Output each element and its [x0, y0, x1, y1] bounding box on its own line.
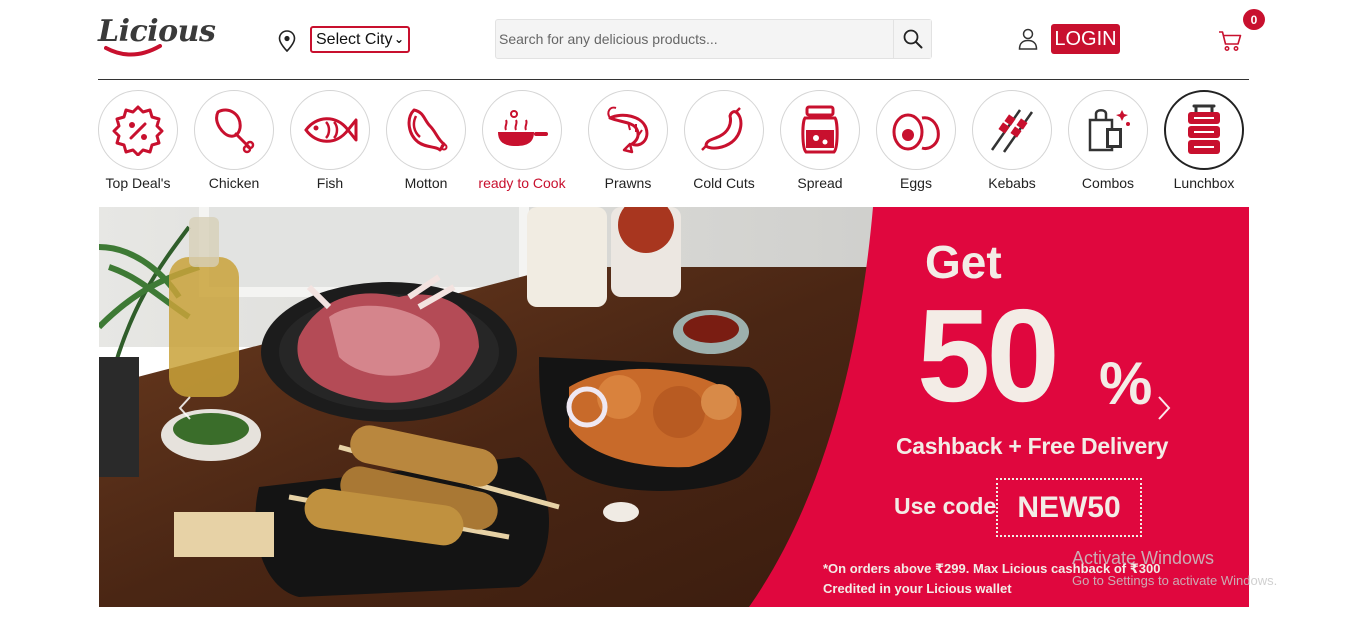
category-label: Cold Cuts: [693, 175, 755, 191]
jar-icon: [801, 105, 839, 154]
promo-use-code-label: Use code: [894, 493, 997, 519]
category-label: ready to Cook: [478, 175, 566, 191]
category-strip: Top Deal's Chicken Fish Motton ready to …: [98, 90, 1249, 195]
cart-count-badge: 0: [1243, 9, 1265, 30]
search-bar: [495, 19, 932, 59]
login-button[interactable]: LOGIN: [1051, 24, 1120, 54]
promo-subtitle: Cashback + Free Delivery: [896, 433, 1169, 459]
category-icon-circle: [482, 90, 562, 170]
category-icon-circle: [684, 90, 764, 170]
promo-get-text: Get: [925, 236, 1002, 288]
category-combos[interactable]: Combos: [1060, 90, 1156, 191]
category-icon-circle: [780, 90, 860, 170]
category-label: Eggs: [900, 175, 932, 191]
windows-activation-watermark: Activate Windows: [1072, 548, 1215, 568]
site-header: Licious Select City ⌄ LOGIN 0: [98, 0, 1265, 80]
skewer-icon: [990, 109, 1034, 153]
category-label: Combos: [1081, 175, 1135, 191]
category-icon-circle: [194, 90, 274, 170]
logo-swoosh-icon: [104, 44, 162, 57]
discount-badge-icon: [112, 105, 164, 156]
licious-logo[interactable]: Licious: [98, 14, 216, 60]
category-fish[interactable]: Fish: [282, 90, 378, 191]
promo-banner[interactable]: Get 50 % Cashback + Free Delivery Use co…: [99, 207, 1249, 607]
category-label: Prawns: [604, 175, 652, 191]
category-icon-circle: [972, 90, 1052, 170]
category-icon-circle: [98, 90, 178, 170]
category-cold-cuts[interactable]: Cold Cuts: [676, 90, 772, 191]
promo-percent: 50: [917, 282, 1060, 429]
sausage-icon: [701, 107, 743, 151]
city-select[interactable]: Select City ⌄: [310, 26, 410, 53]
eggs-icon: [892, 113, 940, 151]
category-lunchbox[interactable]: Lunchbox: [1156, 90, 1252, 191]
category-kebabs[interactable]: Kebabs: [964, 90, 1060, 191]
carousel-next-arrow-icon[interactable]: [1154, 393, 1174, 423]
prawn-icon: [607, 106, 649, 154]
lunchbox-icon: [1188, 104, 1220, 154]
mutton-icon: [407, 108, 448, 152]
cart-icon[interactable]: [1218, 30, 1242, 52]
category-chicken[interactable]: Chicken: [186, 90, 282, 191]
category-spread[interactable]: Spread: [772, 90, 868, 191]
category-mutton[interactable]: Motton: [378, 90, 474, 191]
windows-activation-hint: Go to Settings to activate Windows.: [1072, 573, 1278, 588]
shopping-bag-icon: [1088, 109, 1130, 152]
category-label: Spread: [797, 175, 843, 191]
chevron-down-icon: ⌄: [393, 32, 404, 46]
category-prawns[interactable]: Prawns: [580, 90, 676, 191]
promo-fine-print: Credited in your Licious wallet: [823, 581, 1012, 596]
category-icon-circle: [876, 90, 956, 170]
promo-percent-sign: %: [1099, 350, 1153, 417]
fish-icon: [304, 117, 358, 143]
category-label: Fish: [316, 175, 344, 191]
category-icon-circle: [386, 90, 466, 170]
search-button[interactable]: [893, 20, 931, 58]
category-label: Motton: [404, 175, 448, 191]
category-icon-circle: [1068, 90, 1148, 170]
category-eggs[interactable]: Eggs: [868, 90, 964, 191]
category-label: Lunchbox: [1173, 175, 1235, 191]
category-label: Kebabs: [988, 175, 1036, 191]
category-icon-circle: [290, 90, 370, 170]
chicken-leg-icon: [215, 108, 255, 154]
category-label: Chicken: [208, 175, 260, 191]
category-icon-circle: [1164, 90, 1244, 170]
carousel-prev-arrow-icon[interactable]: [175, 393, 195, 423]
category-label: Top Deal's: [105, 175, 171, 191]
category-top-deals[interactable]: Top Deal's: [90, 90, 186, 191]
promo-red-panel: [749, 207, 1249, 607]
search-icon: [903, 29, 922, 49]
frying-pan-icon: [498, 110, 548, 146]
user-icon[interactable]: [1018, 28, 1038, 50]
promo-code-box: NEW50: [996, 478, 1142, 537]
location-pin-icon[interactable]: [278, 30, 296, 52]
city-select-value: Select City: [316, 30, 393, 48]
search-input[interactable]: [496, 20, 893, 58]
category-icon-circle: [588, 90, 668, 170]
category-ready-to-cook[interactable]: ready to Cook: [474, 90, 570, 191]
